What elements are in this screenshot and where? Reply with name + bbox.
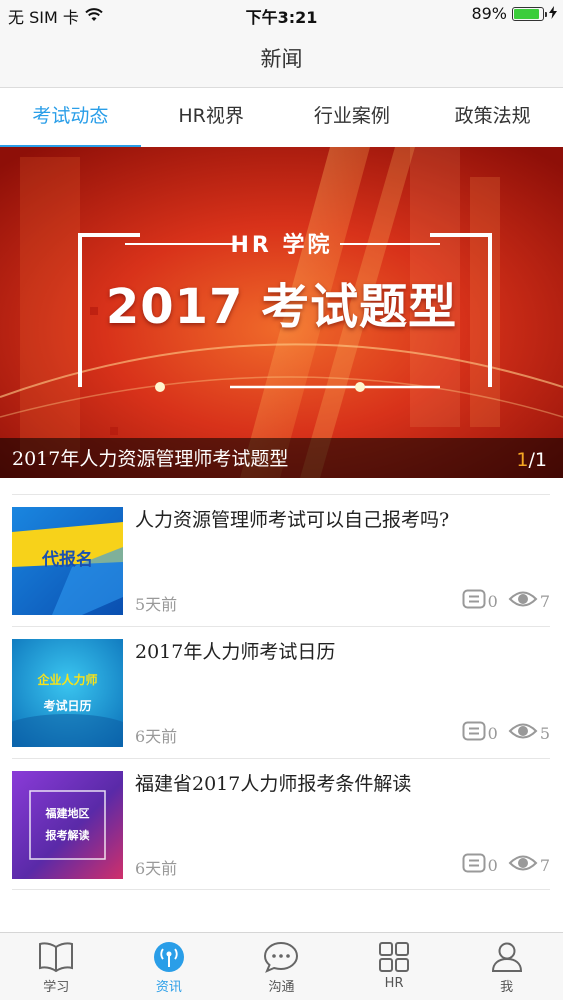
tabbar-item-study[interactable]: 学习 xyxy=(0,933,113,1000)
tabbar-item-news[interactable]: 资讯 xyxy=(113,933,226,1000)
banner-subtitle: HR 学院 xyxy=(230,233,333,258)
comment-count-value: 0 xyxy=(487,591,498,611)
comment-icon xyxy=(462,589,486,613)
signal-icon xyxy=(151,941,187,973)
article-time: 6天前 xyxy=(135,727,178,746)
article-time: 5天前 xyxy=(135,595,178,614)
eye-icon xyxy=(508,721,538,745)
banner-headline: 2017 考试题型 xyxy=(105,279,458,335)
banner-page-indicator: 1/1 xyxy=(516,449,547,471)
view-count: 7 xyxy=(508,589,550,613)
article-time: 6天前 xyxy=(135,859,178,878)
chat-bubble-icon xyxy=(263,941,299,973)
tabbar-label: HR xyxy=(384,976,404,991)
view-count-value: 7 xyxy=(539,591,550,611)
tabbar-label: 沟通 xyxy=(268,980,295,995)
tabbar-label: 资讯 xyxy=(155,980,182,995)
comment-count: 0 xyxy=(462,589,498,613)
grid-icon xyxy=(376,941,412,973)
battery-percent: 89% xyxy=(471,4,507,23)
banner-caption: 2017年人力资源管理师考试题型 xyxy=(12,448,289,470)
banner-page-total: /1 xyxy=(528,449,548,471)
view-count-value: 5 xyxy=(539,723,550,743)
tabbar-label: 学习 xyxy=(43,980,70,995)
person-icon xyxy=(489,941,525,973)
thumbnail-text: 代报名 xyxy=(42,550,93,570)
tabbar-label: 我 xyxy=(500,980,514,995)
comment-count-value: 0 xyxy=(487,723,498,743)
book-icon xyxy=(38,941,74,973)
battery-icon xyxy=(512,6,547,21)
tabbar-item-hr[interactable]: HR xyxy=(338,933,451,1000)
tab-industry-cases[interactable]: 行业案例 xyxy=(282,88,423,146)
article-title: 人力资源管理师考试可以自己报考吗? xyxy=(135,509,450,531)
list-item[interactable]: 代报名 人力资源管理师考试可以自己报考吗? 5天前 0 7 xyxy=(12,494,550,626)
comment-count: 0 xyxy=(462,721,498,745)
battery-fill xyxy=(514,8,539,19)
charging-icon xyxy=(549,4,557,23)
status-right: 89% xyxy=(471,4,557,23)
article-stats: 0 7 xyxy=(462,853,550,877)
view-count-value: 7 xyxy=(539,855,550,875)
thumbnail-text-secondary: 考试日历 xyxy=(43,699,92,713)
thumbnail-text: 企业人力师 xyxy=(37,673,98,687)
tabbar-item-chat[interactable]: 沟通 xyxy=(225,933,338,1000)
tab-hr-vision[interactable]: HR视界 xyxy=(141,88,282,146)
banner-page-current: 1 xyxy=(516,449,529,471)
tab-exam-news[interactable]: 考试动态 xyxy=(0,88,141,148)
eye-icon xyxy=(508,853,538,877)
article-title: 2017年人力师考试日历 xyxy=(135,641,336,663)
article-thumbnail: 福建地区 报考解读 xyxy=(12,771,123,879)
page-title: 新闻 xyxy=(260,47,303,71)
comment-count-value: 0 xyxy=(487,855,498,875)
view-count: 5 xyxy=(508,721,550,745)
comment-icon xyxy=(462,853,486,877)
banner-carousel[interactable]: HR 学院 2017 考试题型 2017年人力资源管理师考试题型 1/1 xyxy=(0,147,563,478)
status-bar: 无 SIM 卡 下午3:21 89% xyxy=(0,0,563,28)
article-stats: 0 5 xyxy=(462,721,550,745)
comment-icon xyxy=(462,721,486,745)
eye-icon xyxy=(508,589,538,613)
tabbar-item-me[interactable]: 我 xyxy=(450,933,563,1000)
bottom-tab-bar: 学习 资讯 沟通 HR 我 xyxy=(0,932,563,1000)
article-thumbnail: 企业人力师 考试日历 xyxy=(12,639,123,747)
article-stats: 0 7 xyxy=(462,589,550,613)
comment-count: 0 xyxy=(462,853,498,877)
tab-policy[interactable]: 政策法规 xyxy=(422,88,563,146)
thumbnail-text: 福建地区 xyxy=(45,807,90,820)
article-thumbnail: 代报名 xyxy=(12,507,123,615)
nav-bar: 新闻 xyxy=(0,28,563,88)
list-item[interactable]: 企业人力师 考试日历 2017年人力师考试日历 6天前 0 5 xyxy=(12,626,550,758)
category-tabs: 考试动态 HR视界 行业案例 政策法规 xyxy=(0,88,563,148)
view-count: 7 xyxy=(508,853,550,877)
thumbnail-text-secondary: 报考解读 xyxy=(45,829,90,842)
list-item[interactable]: 福建地区 报考解读 福建省2017人力师报考条件解读 6天前 0 7 xyxy=(12,758,550,890)
article-title: 福建省2017人力师报考条件解读 xyxy=(135,773,412,795)
